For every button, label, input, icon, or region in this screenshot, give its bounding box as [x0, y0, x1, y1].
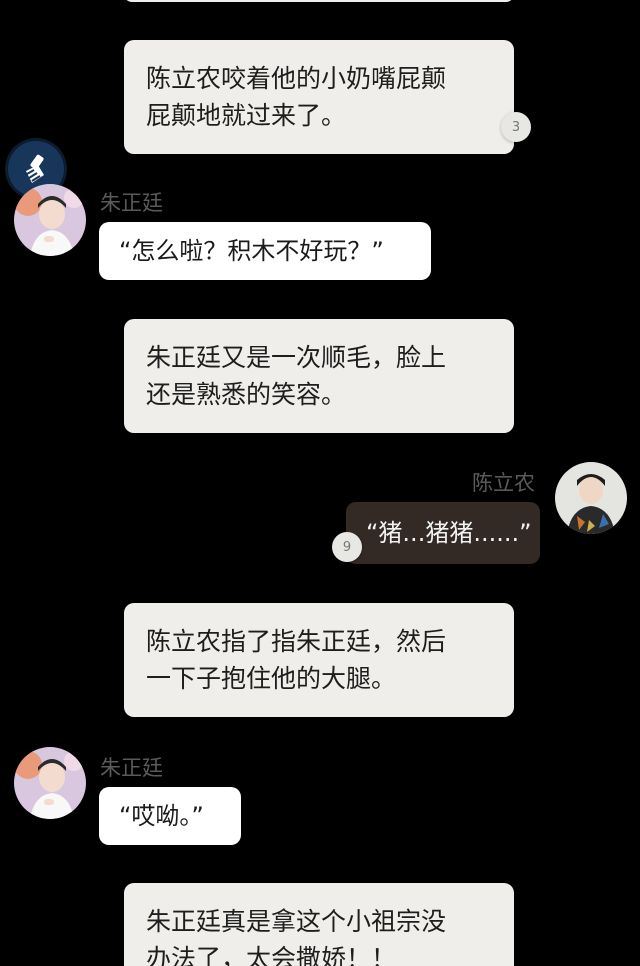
avatar-chen-image: [555, 462, 627, 534]
narration-line: 办法了，太会撒娇！！: [146, 944, 397, 966]
chat-text: “哎呦。”: [119, 802, 204, 830]
sender-name: 陈立农: [472, 471, 535, 495]
chat-text: “猪...猪猪......”: [366, 519, 532, 547]
chat-bubble: “哎呦。”: [99, 787, 241, 845]
narration-bubble: 朱正廷又是一次顺毛，脸上 还是熟悉的笑容。: [124, 319, 514, 433]
avatar-zhu[interactable]: [14, 184, 86, 256]
narration-bubble-partial: [124, 0, 514, 2]
avatar-zhu[interactable]: [14, 747, 86, 819]
chat-bubble: “怎么啦？积木不好玩？”: [99, 222, 431, 280]
narration-bubble: 陈立农咬着他的小奶嘴屁颠 屁颠地就过来了。: [124, 40, 514, 154]
narration-line: 屁颠地就过来了。: [146, 101, 347, 130]
narration-bubble: 朱正廷真是拿这个小祖宗没 办法了，太会撒娇！！: [124, 883, 514, 966]
narration-line: 朱正廷又是一次顺毛，脸上: [146, 343, 447, 372]
avatar-zhu-image: [14, 747, 86, 819]
comment-count-badge[interactable]: 3: [501, 112, 531, 142]
avatar-zhu-image: [14, 184, 86, 256]
chat-bubble-own: “猪...猪猪......”: [346, 502, 540, 564]
comment-count-badge[interactable]: 9: [332, 532, 362, 562]
sender-name: 朱正廷: [100, 191, 163, 215]
narration-line: 还是熟悉的笑容。: [146, 380, 347, 409]
narration-line: 一下子抱住他的大腿。: [146, 664, 397, 693]
narration-line: 陈立农指了指朱正廷，然后: [146, 627, 447, 656]
comment-count: 3: [511, 119, 521, 135]
avatar-chen[interactable]: [555, 462, 627, 534]
sender-name: 朱正廷: [100, 756, 163, 780]
narration-line: 陈立农咬着他的小奶嘴屁颠: [146, 64, 447, 93]
narration-line: 朱正廷真是拿这个小祖宗没: [146, 907, 447, 936]
narration-bubble: 陈立农指了指朱正廷，然后 一下子抱住他的大腿。: [124, 603, 514, 717]
chat-text: “怎么啦？积木不好玩？”: [119, 237, 384, 265]
comment-count: 9: [342, 539, 352, 555]
